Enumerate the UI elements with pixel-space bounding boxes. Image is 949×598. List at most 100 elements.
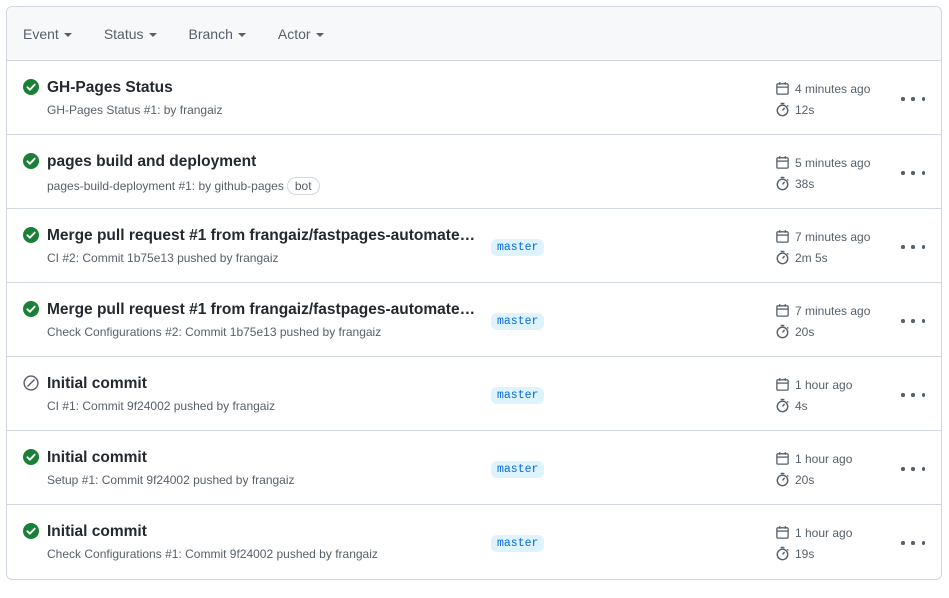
kebab-dot [901,467,905,471]
branch-filter[interactable]: Branch [189,26,246,42]
kebab-dot [911,467,915,471]
stopwatch-icon [776,472,789,487]
kebab-dot [901,245,905,249]
run-number: #1 [178,179,192,193]
more-options-button[interactable] [901,391,925,399]
run-time-text: 7 minutes ago [795,229,871,244]
run-subtitle: Check Configurations #1: Commit 9f24002 … [47,547,378,561]
run-subtitle: GH-Pages Status #1: by frangaiz [47,103,222,117]
stopwatch-icon [776,324,789,339]
run-duration-text: 2m 5s [795,250,828,265]
event-filter-label: Event [23,25,59,42]
kebab-dot [911,393,915,397]
kebab-dot [901,97,905,101]
run-number: #2 [62,251,76,265]
kebab-dot [901,541,905,545]
actor-filter[interactable]: Actor [278,26,324,42]
kebab-dot [911,541,915,545]
run-detail: : Commit 9f24002 pushed by frangaiz [178,547,378,561]
branch-filter-label: Branch [188,25,233,42]
branch-label[interactable]: master [491,239,545,256]
calendar-icon [776,304,789,317]
run-time: 5 minutes ago [775,155,870,170]
run-list: GH-Pages Status GH-Pages Status #1: by f… [7,61,941,579]
workflow-run-row: Initial commit Setup #1: Commit 9f24002 … [7,431,941,505]
more-options-button[interactable] [901,539,925,547]
run-time: 7 minutes ago [775,229,870,244]
run-title[interactable]: GH-Pages Status [47,79,173,97]
workflow-name[interactable]: Setup [47,473,78,487]
run-detail: : by github-pages [191,179,284,193]
run-subtitle: CI #1: Commit 9f24002 pushed by frangaiz [47,399,275,413]
workflow-run-row: Initial commit CI #1: Commit 9f24002 pus… [7,357,941,431]
check-circle-icon [23,227,39,243]
check-circle-icon [23,523,39,539]
check-circle-icon [23,153,39,169]
branch-label[interactable]: master [491,461,545,478]
workflow-run-row: GH-Pages Status GH-Pages Status #1: by f… [7,61,941,135]
workflow-name[interactable]: pages-build-deployment [47,179,175,193]
kebab-dot [921,171,925,175]
run-duration-text: 20s [795,472,815,487]
run-subtitle: Setup #1: Commit 9f24002 pushed by frang… [47,473,295,487]
check-circle-icon [23,79,39,95]
kebab-dot [901,319,905,323]
calendar-icon [776,452,789,465]
run-title[interactable]: Initial commit [47,523,147,541]
chevron-down-icon [148,32,157,37]
more-options-button[interactable] [901,95,925,103]
chevron-down-icon [315,32,324,37]
chevron-down-icon [237,32,246,37]
workflow-name[interactable]: CI [47,399,59,413]
workflow-name[interactable]: GH-Pages Status [47,103,140,117]
kebab-dot [911,171,915,175]
run-time-text: 1 hour ago [795,377,853,392]
actor-filter-label: Actor [277,25,311,42]
more-options-button[interactable] [901,465,925,473]
run-time: 7 minutes ago [775,303,870,318]
workflow-name[interactable]: Check Configurations [47,547,162,561]
run-detail: : Commit 9f24002 pushed by frangaiz [95,473,295,487]
run-title[interactable]: Initial commit [47,449,147,467]
run-time: 1 hour ago [775,525,852,540]
run-duration-text: 38s [795,176,815,191]
workflow-run-row: pages build and deployment pages-build-d… [7,135,941,209]
run-title[interactable]: Merge pull request #1 from frangaiz/fast… [47,227,477,245]
kebab-dot [901,393,905,397]
stopwatch-icon [776,176,789,191]
run-duration-text: 19s [795,546,815,561]
stopwatch-icon [776,546,789,561]
workflow-run-row: Initial commit Check Configurations #1: … [7,505,941,579]
workflow-run-row: Merge pull request #1 from frangaiz/fast… [7,283,941,357]
run-title[interactable]: Merge pull request #1 from frangaiz/fast… [47,301,477,319]
run-time: 1 hour ago [775,451,852,466]
branch-label[interactable]: master [491,313,545,330]
branch-label[interactable]: master [491,535,545,552]
calendar-icon [776,82,789,95]
status-filter[interactable]: Status [104,26,157,42]
run-detail: : by frangaiz [157,103,223,117]
run-subtitle: CI #2: Commit 1b75e13 pushed by frangaiz [47,251,279,265]
bot-badge: bot [286,177,320,195]
run-number: #1 [165,547,179,561]
more-options-button[interactable] [901,243,925,251]
check-circle-icon [23,449,39,465]
run-duration: 4s [775,398,808,413]
event-filter[interactable]: Event [23,26,72,42]
run-title[interactable]: pages build and deployment [47,153,256,171]
more-options-button[interactable] [901,169,925,177]
kebab-dot [921,319,925,323]
chevron-down-icon [63,32,72,37]
more-options-button[interactable] [901,317,925,325]
workflow-name[interactable]: CI [47,251,59,265]
run-duration: 2m 5s [775,250,828,265]
run-time-text: 4 minutes ago [795,81,871,96]
branch-label[interactable]: master [491,387,545,404]
workflow-name[interactable]: Check Configurations [47,325,162,339]
run-number: #2 [165,325,179,339]
calendar-icon [776,378,789,391]
kebab-dot [911,245,915,249]
run-time-text: 7 minutes ago [795,303,871,318]
run-title[interactable]: Initial commit [47,375,147,393]
kebab-dot [921,467,925,471]
